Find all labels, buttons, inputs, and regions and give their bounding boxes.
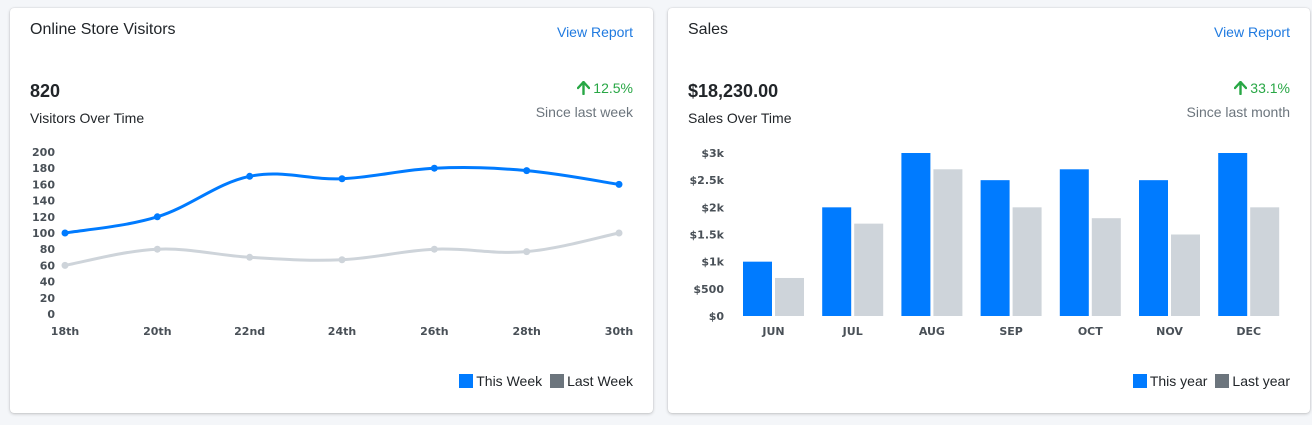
y-tick-label: $2.5k xyxy=(690,174,725,187)
legend-swatch xyxy=(459,374,474,388)
data-point-last-week xyxy=(153,245,161,253)
x-tick-label: 18th xyxy=(51,325,79,338)
x-tick-label: SEP xyxy=(999,325,1023,338)
y-tick-label: $1k xyxy=(701,256,724,269)
legend-label: Last Week xyxy=(567,373,633,389)
y-tick-label: $1.5k xyxy=(690,229,725,242)
y-tick-label: 100 xyxy=(32,227,55,240)
legend-label: This year xyxy=(1149,373,1208,389)
bar-this-year xyxy=(1218,153,1248,316)
bar-last-year xyxy=(1171,234,1200,316)
chart-legend: This Week Last Week xyxy=(459,373,633,389)
bar-this-year xyxy=(1139,180,1168,316)
bar-last-year xyxy=(1091,218,1121,316)
y-tick-label: $2k xyxy=(701,201,724,214)
visitors-line-chart: 0 20 40 60 80 100 120 140 160 180 200 18th 20th 22nd 2… xyxy=(32,146,633,338)
legend-swatch xyxy=(1215,374,1230,388)
bar-this-year xyxy=(901,153,931,316)
x-tick-label: 22nd xyxy=(234,325,265,338)
bar-last-year xyxy=(775,277,804,316)
data-point-this-week xyxy=(61,229,69,237)
x-tick-label: 26th xyxy=(420,325,448,338)
data-point-this-week xyxy=(338,175,346,183)
data-point-last-week xyxy=(246,253,254,261)
y-tick-label: 140 xyxy=(32,195,55,208)
x-tick-label: 24th xyxy=(328,325,356,338)
bar-this-year xyxy=(1059,169,1089,316)
data-point-last-week xyxy=(338,256,346,264)
y-tick-label: 60 xyxy=(40,259,56,272)
bar-last-year xyxy=(933,169,963,316)
legend-item-this-year[interactable]: This year xyxy=(1132,373,1208,389)
bar-last-year xyxy=(1250,207,1280,316)
chart-legend: This year Last year xyxy=(1132,373,1290,389)
y-tick-label: 20 xyxy=(40,292,56,305)
y-tick-label: $3k xyxy=(701,147,724,160)
sales-card: Sales View Report $18,230.00 Sales Over … xyxy=(668,8,1310,413)
y-tick-label: $0 xyxy=(709,310,725,323)
x-tick-label: OCT xyxy=(1078,325,1103,338)
bar-this-year xyxy=(822,207,852,316)
y-tick-label: 200 xyxy=(32,146,55,159)
y-tick-label: 40 xyxy=(40,276,56,289)
y-tick-label: $500 xyxy=(693,283,724,296)
y-tick-label: 80 xyxy=(40,243,56,256)
x-tick-label: 30th xyxy=(605,325,633,338)
legend-label: Last year xyxy=(1232,373,1290,389)
bar-this-year xyxy=(743,261,772,316)
legend-swatch xyxy=(550,374,565,388)
visitors-card: Online Store Visitors View Report 820 Vi… xyxy=(10,8,653,413)
legend-label: This Week xyxy=(476,373,543,389)
y-tick-label: 120 xyxy=(32,211,55,224)
legend-swatch xyxy=(1132,374,1147,388)
y-tick-label: 0 xyxy=(47,308,55,321)
data-point-last-week xyxy=(615,229,623,237)
data-point-last-week xyxy=(430,245,438,253)
x-tick-label: JUN xyxy=(761,325,784,338)
x-tick-label: AUG xyxy=(919,325,945,338)
data-point-last-week xyxy=(61,261,69,269)
data-point-this-week xyxy=(153,213,161,221)
x-tick-label: JUL xyxy=(842,325,863,338)
data-point-last-week xyxy=(523,248,531,256)
data-point-this-week xyxy=(430,164,438,172)
bar-last-year xyxy=(854,223,884,316)
x-tick-label: 20th xyxy=(143,325,171,338)
sales-bar-chart: $0 $500 $1k $1.5k $2k $2.5k $3k JUN JUL AUG SEP OCT… xyxy=(690,147,1280,338)
legend-item-last-year[interactable]: Last year xyxy=(1215,373,1290,389)
legend-item-this-week[interactable]: This Week xyxy=(459,373,542,389)
data-point-this-week xyxy=(615,180,623,188)
y-tick-label: 160 xyxy=(32,178,55,191)
legend-item-last-week[interactable]: Last Week xyxy=(550,373,633,389)
x-tick-label: DEC xyxy=(1236,325,1261,338)
bar-this-year xyxy=(980,180,1010,316)
bar-last-year xyxy=(1012,207,1042,316)
data-point-this-week xyxy=(246,172,254,180)
x-tick-label: 28th xyxy=(512,325,540,338)
data-point-this-week xyxy=(523,167,531,175)
x-tick-label: NOV xyxy=(1156,325,1183,338)
y-tick-label: 180 xyxy=(32,162,55,175)
